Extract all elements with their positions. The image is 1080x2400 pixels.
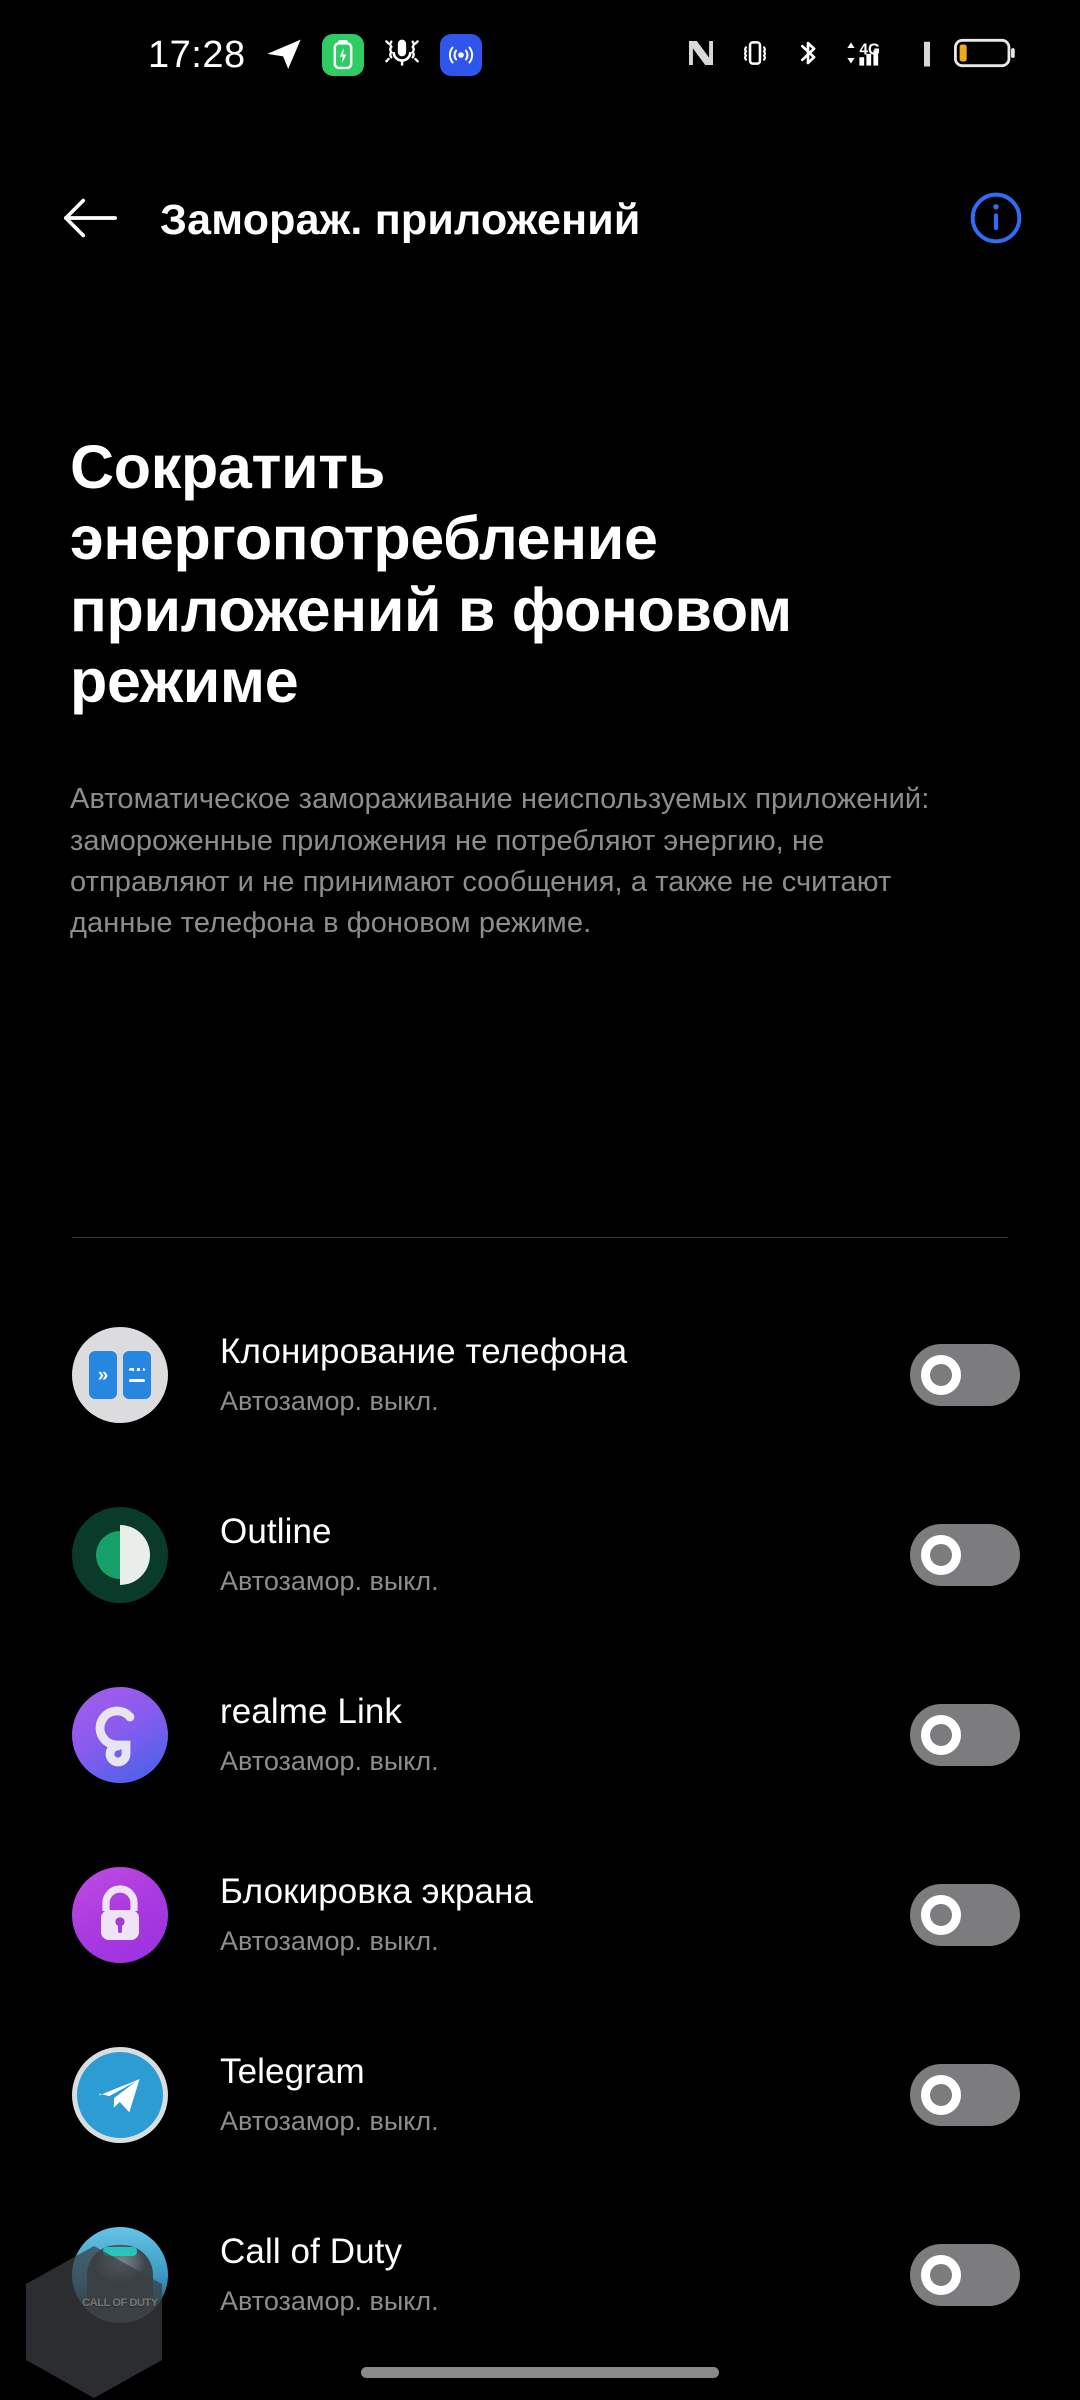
telegram-app-icon — [72, 2047, 168, 2143]
toggle-knob — [921, 1355, 961, 1395]
app-name: Telegram — [220, 2051, 365, 2091]
table-row[interactable]: » Клонирование телефона Автозамор. выкл. — [0, 1285, 1080, 1465]
bluetooth-icon — [791, 36, 825, 75]
table-row[interactable]: Telegram Автозамор. выкл. — [0, 2005, 1080, 2185]
table-row[interactable]: Outline Автозамор. выкл. — [0, 1465, 1080, 1645]
app-status: Автозамор. выкл. — [220, 1386, 439, 1417]
auto-freeze-toggle[interactable] — [910, 1344, 1020, 1406]
mic-bug-icon — [382, 33, 422, 78]
app-name: realme Link — [220, 1691, 403, 1731]
app-text: Клонирование телефона Автозамор. выкл. — [220, 1331, 910, 1417]
nfc-icon — [683, 35, 719, 76]
outline-icon — [72, 1507, 168, 1603]
table-row[interactable]: Блокировка экрана Автозамор. выкл. — [0, 1825, 1080, 2005]
info-button[interactable] — [964, 188, 1028, 252]
app-name: Блокировка экрана — [220, 1871, 534, 1911]
app-status: Автозамор. выкл. — [220, 1566, 439, 1597]
app-text: Call of Duty Автозамор. выкл. — [220, 2231, 910, 2317]
arrow-left-icon — [61, 196, 119, 245]
vibrate-icon — [738, 36, 772, 75]
table-row[interactable]: realme Link Автозамор. выкл. — [0, 1645, 1080, 1825]
realme-link-icon — [72, 1687, 168, 1783]
toggle-knob — [921, 1535, 961, 1575]
app-text: Outline Автозамор. выкл. — [220, 1511, 910, 1597]
section-divider — [72, 1237, 1008, 1238]
app-bar: Замораж. приложений — [0, 160, 1080, 280]
app-name: Клонирование телефона — [220, 1331, 628, 1371]
app-name: Outline — [220, 1511, 332, 1551]
page-title: Замораж. приложений — [160, 195, 641, 244]
info-circle-icon — [968, 190, 1024, 251]
auto-freeze-toggle[interactable] — [910, 1524, 1020, 1586]
app-text: Блокировка экрана Автозамор. выкл. — [220, 1871, 910, 1957]
battery-saver-icon — [321, 34, 364, 76]
app-status: Автозамор. выкл. — [220, 1746, 439, 1777]
hero-section: Сократить энергопотребление приложений в… — [70, 432, 970, 944]
auto-freeze-toggle[interactable] — [910, 2064, 1020, 2126]
table-row[interactable]: CALL OF DUTY Call of Duty Автозамор. вык… — [0, 2185, 1080, 2365]
app-status: Автозамор. выкл. — [220, 1926, 439, 1957]
back-button[interactable] — [42, 172, 138, 268]
hero-description: Автоматическое замораживание неиспользуе… — [70, 783, 930, 939]
telegram-icon — [264, 33, 304, 78]
status-bar-left: 17:28 — [0, 33, 482, 78]
app-status: Автозамор. выкл. — [220, 2106, 439, 2137]
phone-clone-icon: » — [72, 1327, 168, 1423]
auto-freeze-toggle[interactable] — [910, 1884, 1020, 1946]
status-clock: 17:28 — [148, 34, 246, 76]
app-text: Telegram Автозамор. выкл. — [220, 2051, 910, 2137]
hero-title: Сократить энергопотребление приложений в… — [70, 433, 792, 716]
signal-bars-icon — [919, 35, 935, 76]
status-bar: 17:28 4G — [0, 0, 1080, 110]
home-indicator[interactable] — [361, 2367, 719, 2378]
app-text: realme Link Автозамор. выкл. — [220, 1691, 910, 1777]
screen-lock-icon — [72, 1867, 168, 1963]
auto-freeze-toggle[interactable] — [910, 1704, 1020, 1766]
broadcast-icon — [439, 34, 482, 76]
battery-icon — [954, 37, 1016, 74]
status-bar-right: 4G — [683, 35, 1044, 76]
toggle-knob — [921, 1715, 961, 1755]
app-status: Автозамор. выкл. — [220, 2286, 439, 2317]
app-name: Call of Duty — [220, 2231, 403, 2271]
mobile-data-icon: 4G — [844, 35, 900, 76]
app-list: » Клонирование телефона Автозамор. выкл.… — [0, 1285, 1080, 2365]
toggle-knob — [921, 2255, 961, 2295]
auto-freeze-toggle[interactable] — [910, 2244, 1020, 2306]
toggle-knob — [921, 1895, 961, 1935]
toggle-knob — [921, 2075, 961, 2115]
